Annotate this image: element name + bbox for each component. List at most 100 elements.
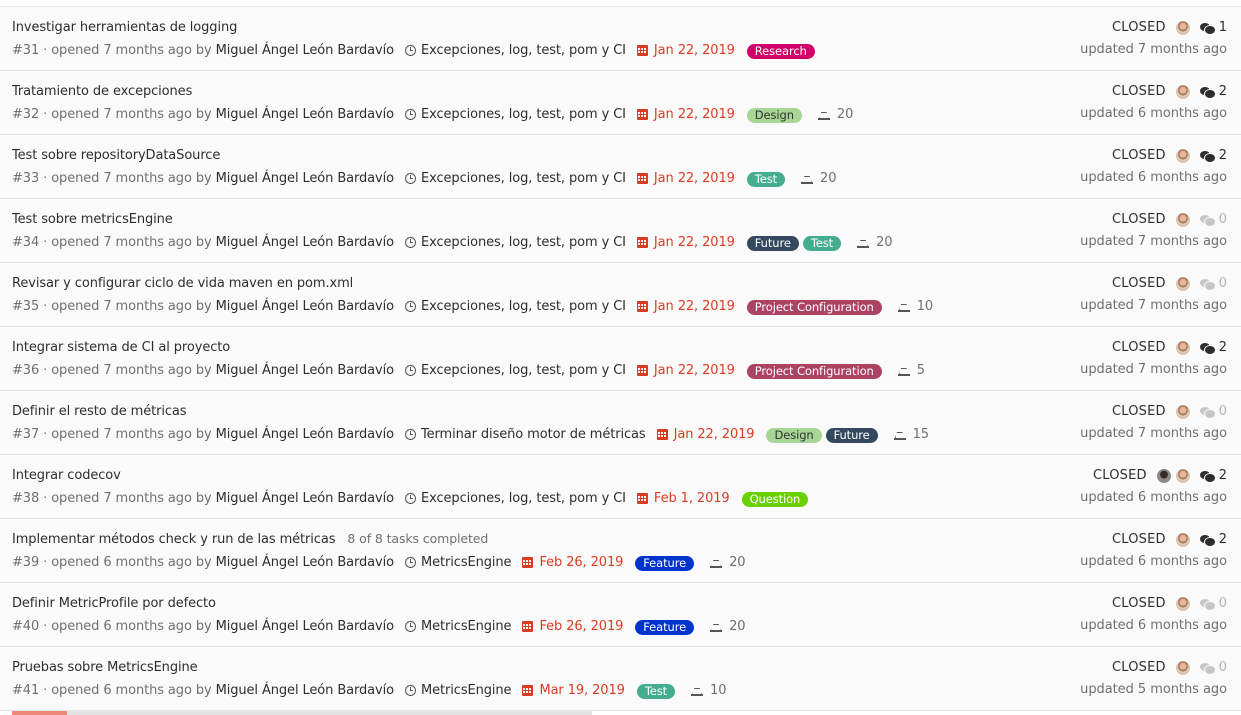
issue-milestone[interactable]: Excepciones, log, test, pom y CI bbox=[405, 43, 626, 58]
issue-reference[interactable]: #35 bbox=[12, 299, 39, 314]
assignee-avatar[interactable] bbox=[1175, 277, 1190, 291]
issue-title[interactable]: Investigar herramientas de logging bbox=[12, 20, 237, 35]
issue-title[interactable]: Revisar y configurar ciclo de vida maven… bbox=[12, 276, 353, 291]
issue-author[interactable]: Miguel Ángel León Bardavío bbox=[216, 619, 395, 634]
label-future[interactable]: Future bbox=[825, 428, 878, 443]
assignee-avatar[interactable] bbox=[1175, 597, 1190, 611]
issue-reference[interactable]: #41 bbox=[12, 683, 39, 698]
issue-comments[interactable]: 2 bbox=[1199, 532, 1227, 547]
label-feature[interactable]: Feature bbox=[635, 620, 695, 635]
issue-state: CLOSED bbox=[1111, 403, 1166, 419]
issue-opened-text: · opened 7 months ago by bbox=[43, 491, 212, 506]
label-research[interactable]: Research bbox=[746, 44, 815, 59]
issue-title[interactable]: Test sobre repositoryDataSource bbox=[12, 148, 220, 163]
assignee-avatar[interactable] bbox=[1156, 469, 1171, 483]
issue-author[interactable]: Miguel Ángel León Bardavío bbox=[216, 683, 395, 698]
label-future[interactable]: Future bbox=[746, 236, 799, 251]
assignee-avatar[interactable] bbox=[1175, 341, 1190, 355]
issue-weight: 10 bbox=[897, 299, 933, 314]
due-date-text: Jan 22, 2019 bbox=[653, 43, 735, 58]
issues-list: Investigar herramientas de logging #31 ·… bbox=[0, 6, 1241, 711]
label-test[interactable]: Test bbox=[802, 236, 842, 251]
issue-author[interactable]: Miguel Ángel León Bardavío bbox=[216, 107, 395, 122]
issue-reference[interactable]: #33 bbox=[12, 171, 39, 186]
issue-milestone[interactable]: Terminar diseño motor de métricas bbox=[405, 427, 646, 442]
issue-title[interactable]: Tratamiento de excepciones bbox=[12, 84, 192, 99]
label-project-configuration[interactable]: Project Configuration bbox=[746, 300, 882, 315]
assignee-avatar[interactable] bbox=[1175, 21, 1190, 35]
issue-opened-text: · opened 7 months ago by bbox=[43, 107, 212, 122]
issue-reference[interactable]: #32 bbox=[12, 107, 39, 122]
assignee-avatar[interactable] bbox=[1175, 533, 1190, 547]
issue-title[interactable]: Pruebas sobre MetricsEngine bbox=[12, 660, 198, 675]
label-design[interactable]: Design bbox=[746, 108, 802, 123]
issue-milestone[interactable]: Excepciones, log, test, pom y CI bbox=[405, 171, 626, 186]
issue-milestone[interactable]: Excepciones, log, test, pom y CI bbox=[405, 107, 626, 122]
label-project-configuration[interactable]: Project Configuration bbox=[746, 364, 882, 379]
issue-comments[interactable]: 0 bbox=[1199, 596, 1227, 611]
issue-title[interactable]: Implementar métodos check y run de las m… bbox=[12, 532, 335, 547]
issue-milestone[interactable]: MetricsEngine bbox=[405, 683, 512, 698]
issue-state: CLOSED bbox=[1111, 19, 1166, 35]
issue-reference[interactable]: #36 bbox=[12, 363, 39, 378]
issue-title[interactable]: Integrar sistema de CI al proyecto bbox=[12, 340, 230, 355]
issue-title[interactable]: Definir el resto de métricas bbox=[12, 404, 187, 419]
issue-author[interactable]: Miguel Ángel León Bardavío bbox=[216, 43, 395, 58]
issue-reference[interactable]: #37 bbox=[12, 427, 39, 442]
issue-opened-text: · opened 7 months ago by bbox=[43, 43, 212, 58]
assignee-avatar[interactable] bbox=[1175, 405, 1190, 419]
label-design[interactable]: Design bbox=[766, 428, 822, 443]
weight-icon bbox=[857, 238, 870, 248]
comments-icon bbox=[1199, 22, 1215, 34]
issue-author[interactable]: Miguel Ángel León Bardavío bbox=[216, 555, 395, 570]
issue-title[interactable]: Integrar codecov bbox=[12, 468, 121, 483]
issue-title[interactable]: Test sobre metricsEngine bbox=[12, 212, 173, 227]
issue-milestone[interactable]: Excepciones, log, test, pom y CI bbox=[405, 299, 626, 314]
issue-comments[interactable]: 2 bbox=[1199, 148, 1227, 163]
issue-comments[interactable]: 1 bbox=[1199, 20, 1227, 35]
issue-author[interactable]: Miguel Ángel León Bardavío bbox=[216, 299, 395, 314]
issue-comments[interactable]: 0 bbox=[1199, 276, 1227, 291]
assignee-avatar[interactable] bbox=[1175, 85, 1190, 99]
issue-state: CLOSED bbox=[1111, 275, 1166, 291]
issue-comments[interactable]: 2 bbox=[1199, 468, 1227, 483]
issue-title[interactable]: Definir MetricProfile por defecto bbox=[12, 596, 216, 611]
issue-weight: 20 bbox=[710, 619, 746, 634]
issue-milestone[interactable]: MetricsEngine bbox=[405, 619, 512, 634]
milestone-clock-icon bbox=[405, 493, 416, 504]
label-test[interactable]: Test bbox=[746, 172, 786, 187]
comments-icon bbox=[1199, 278, 1215, 290]
milestone-clock-icon bbox=[405, 429, 416, 440]
issue-milestone[interactable]: Excepciones, log, test, pom y CI bbox=[405, 491, 626, 506]
label-test[interactable]: Test bbox=[636, 684, 676, 699]
issue-milestone[interactable]: Excepciones, log, test, pom y CI bbox=[405, 235, 626, 250]
weight-value: 5 bbox=[916, 363, 925, 378]
issue-milestone[interactable]: Excepciones, log, test, pom y CI bbox=[405, 363, 626, 378]
assignee-avatar[interactable] bbox=[1175, 213, 1190, 227]
issue-reference[interactable]: #31 bbox=[12, 43, 39, 58]
issue-reference[interactable]: #39 bbox=[12, 555, 39, 570]
issue-reference[interactable]: #34 bbox=[12, 235, 39, 250]
issue-updated: updated 5 months ago bbox=[1080, 682, 1227, 697]
issue-author[interactable]: Miguel Ángel León Bardavío bbox=[216, 363, 395, 378]
assignee-avatar[interactable] bbox=[1175, 661, 1190, 675]
assignee-avatar[interactable] bbox=[1175, 469, 1190, 483]
weight-icon bbox=[710, 558, 723, 568]
label-feature[interactable]: Feature bbox=[635, 556, 695, 571]
issue-author[interactable]: Miguel Ángel León Bardavío bbox=[216, 427, 395, 442]
issue-comments[interactable]: 0 bbox=[1199, 660, 1227, 675]
issue-updated: updated 6 months ago bbox=[1080, 554, 1227, 569]
label-question[interactable]: Question bbox=[741, 492, 809, 507]
issue-comments[interactable]: 0 bbox=[1199, 404, 1227, 419]
issue-comments[interactable]: 2 bbox=[1199, 84, 1227, 99]
issue-reference[interactable]: #38 bbox=[12, 491, 39, 506]
issue-reference[interactable]: #40 bbox=[12, 619, 39, 634]
assignee-avatar[interactable] bbox=[1175, 149, 1190, 163]
issue-comments[interactable]: 0 bbox=[1199, 212, 1227, 227]
weight-value: 20 bbox=[729, 555, 746, 570]
issue-comments[interactable]: 2 bbox=[1199, 340, 1227, 355]
issue-milestone[interactable]: MetricsEngine bbox=[405, 555, 512, 570]
issue-author[interactable]: Miguel Ángel León Bardavío bbox=[216, 491, 395, 506]
issue-author[interactable]: Miguel Ángel León Bardavío bbox=[216, 235, 395, 250]
issue-author[interactable]: Miguel Ángel León Bardavío bbox=[216, 171, 395, 186]
